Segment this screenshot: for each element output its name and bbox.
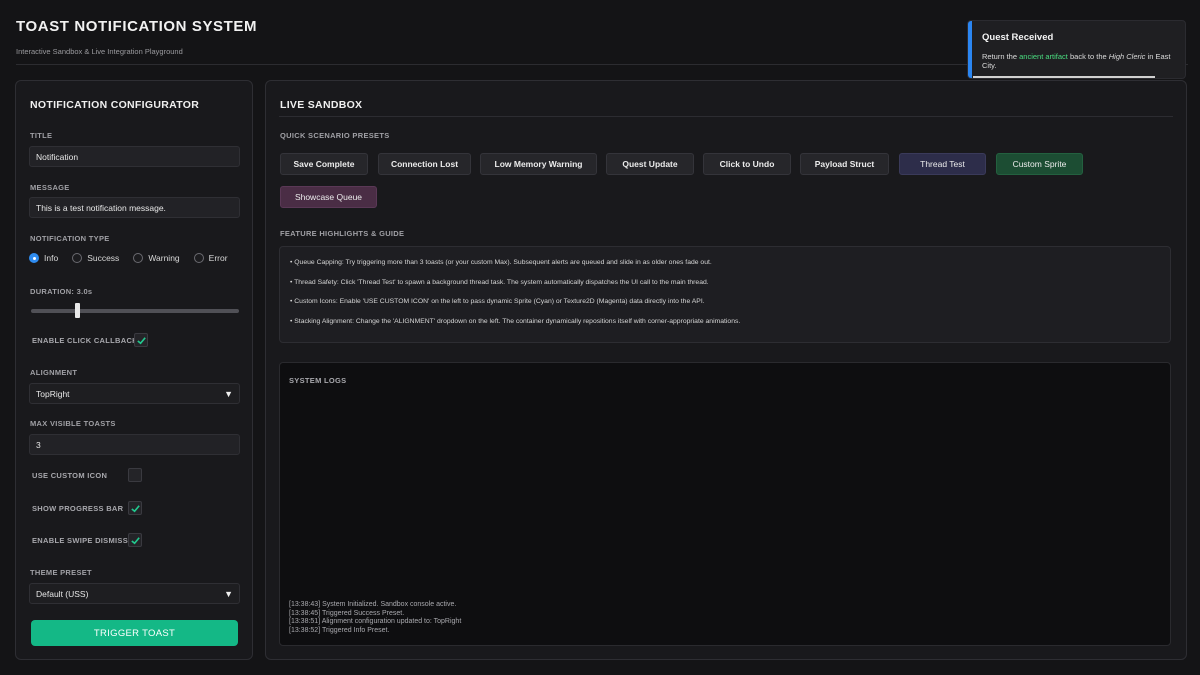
log-lines: [13:38:43] System Initialized. Sandbox c… <box>289 601 461 635</box>
duration-label: DURATION: 3.0s <box>30 287 93 296</box>
swipe-dismiss-checkbox[interactable] <box>128 533 142 547</box>
preset-low-memory-warning-button[interactable]: Low Memory Warning <box>480 153 597 175</box>
checkmark-icon <box>130 536 140 544</box>
notification-type-group: Info Success Warning Error <box>29 253 242 263</box>
presets-label: QUICK SCENARIO PRESETS <box>280 131 390 140</box>
title-input[interactable]: Notification <box>29 146 240 167</box>
max-visible-input[interactable]: 3 <box>29 434 240 455</box>
swipe-dismiss-label: ENABLE SWIPE DISMISS <box>32 536 129 545</box>
theme-preset-select[interactable]: Default (USS) ▼ <box>29 583 240 604</box>
divider <box>279 116 1173 117</box>
system-logs-title: SYSTEM LOGS <box>289 376 347 385</box>
custom-icon-label: USE CUSTOM ICON <box>32 471 108 480</box>
configurator-panel: NOTIFICATION CONFIGURATOR TITLE Notifica… <box>15 80 253 660</box>
guide-box: • Queue Capping: Try triggering more tha… <box>279 246 1171 343</box>
checkmark-icon <box>130 504 140 512</box>
preset-showcase-queue-button[interactable]: Showcase Queue <box>280 186 377 208</box>
slider-thumb[interactable] <box>74 303 80 318</box>
radio-selected-icon <box>29 253 39 263</box>
preset-save-complete-button[interactable]: Save Complete <box>280 153 368 175</box>
preset-click-to-undo-button[interactable]: Click to Undo <box>703 153 791 175</box>
toast-accent-bar <box>968 21 972 78</box>
sandbox-title: LIVE SANDBOX <box>280 99 363 111</box>
preset-quest-update-button[interactable]: Quest Update <box>606 153 694 175</box>
toast-progress-bar <box>973 76 1155 78</box>
title-label: TITLE <box>30 131 53 140</box>
max-visible-label: MAX VISIBLE TOASTS <box>30 419 116 428</box>
configurator-title: NOTIFICATION CONFIGURATOR <box>30 99 200 111</box>
live-sandbox-panel: LIVE SANDBOX QUICK SCENARIO PRESETS Save… <box>265 80 1187 660</box>
theme-preset-value: Default (USS) <box>36 588 89 599</box>
log-line: [13:38:52] Triggered Info Preset. <box>289 626 390 634</box>
radio-warning[interactable]: Warning <box>133 253 180 263</box>
chevron-down-icon: ▼ <box>224 388 233 399</box>
radio-success-label: Success <box>87 253 120 263</box>
radio-info-label: Info <box>44 253 59 263</box>
click-callback-checkbox[interactable] <box>134 333 148 347</box>
toast-message-highlight: ancient artifact <box>1019 52 1068 61</box>
theme-preset-label: THEME PRESET <box>30 568 92 577</box>
radio-error[interactable]: Error <box>193 253 228 263</box>
radio-warning-label: Warning <box>148 253 180 263</box>
radio-error-label: Error <box>208 253 228 263</box>
guide-item: • Stacking Alignment: Change the 'ALIGNM… <box>290 317 741 325</box>
log-line: [13:38:51] Alignment configuration updat… <box>289 618 462 626</box>
log-line: [13:38:45] Triggered Success Preset. <box>289 609 405 617</box>
preset-thread-test-button[interactable]: Thread Test <box>899 153 986 175</box>
preset-connection-lost-button[interactable]: Connection Lost <box>378 153 471 175</box>
custom-icon-row: USE CUSTOM ICON <box>32 471 107 480</box>
notification-type-label: NOTIFICATION TYPE <box>30 234 110 243</box>
radio-unselected-icon <box>133 253 144 263</box>
toast-title: Quest Received <box>982 32 1054 43</box>
click-callback-label: ENABLE CLICK CALLBACK <box>32 336 138 345</box>
click-callback-row: ENABLE CLICK CALLBACK <box>32 336 138 345</box>
radio-unselected-icon <box>193 253 204 263</box>
progress-bar-checkbox[interactable] <box>128 501 142 515</box>
preset-payload-struct-button[interactable]: Payload Struct <box>800 153 889 175</box>
preset-custom-sprite-button[interactable]: Custom Sprite <box>996 153 1083 175</box>
chevron-down-icon: ▼ <box>224 588 233 599</box>
toast-message-italic: High Cleric <box>1108 52 1146 61</box>
swipe-dismiss-row: ENABLE SWIPE DISMISS <box>32 536 128 545</box>
progress-bar-row: SHOW PROGRESS BAR <box>32 504 123 513</box>
toast-message: Return the ancient artifact back to the … <box>982 52 1177 70</box>
alignment-select[interactable]: TopRight ▼ <box>29 383 240 404</box>
toast-message-text: back to the <box>1067 52 1109 61</box>
trigger-toast-button[interactable]: TRIGGER TOAST <box>31 620 238 646</box>
radio-success[interactable]: Success <box>72 253 119 263</box>
message-input[interactable]: This is a test notification message. <box>29 197 240 218</box>
log-line: [13:38:43] System Initialized. Sandbox c… <box>289 601 457 609</box>
custom-icon-checkbox[interactable] <box>128 468 142 482</box>
toast-notification[interactable]: Quest Received Return the ancient artifa… <box>967 20 1186 79</box>
radio-unselected-icon <box>72 253 83 263</box>
checkmark-icon <box>136 336 146 344</box>
toast-message-text: Return the <box>982 52 1020 61</box>
progress-bar-label: SHOW PROGRESS BAR <box>32 504 124 513</box>
alignment-label: ALIGNMENT <box>30 368 78 377</box>
alignment-value: TopRight <box>36 388 70 399</box>
guide-item: • Custom Icons: Enable 'USE CUSTOM ICON'… <box>290 298 705 305</box>
message-label: MESSAGE <box>30 183 70 192</box>
system-logs-console[interactable]: SYSTEM LOGS [13:38:43] System Initialize… <box>279 362 1171 646</box>
guide-item: • Queue Capping: Try triggering more tha… <box>290 259 712 266</box>
radio-info[interactable]: Info <box>29 253 58 263</box>
guide-item: • Thread Safety: Click 'Thread Test' to … <box>290 278 709 286</box>
duration-slider[interactable] <box>31 303 239 318</box>
guide-label: FEATURE HIGHLIGHTS & GUIDE <box>280 229 405 238</box>
